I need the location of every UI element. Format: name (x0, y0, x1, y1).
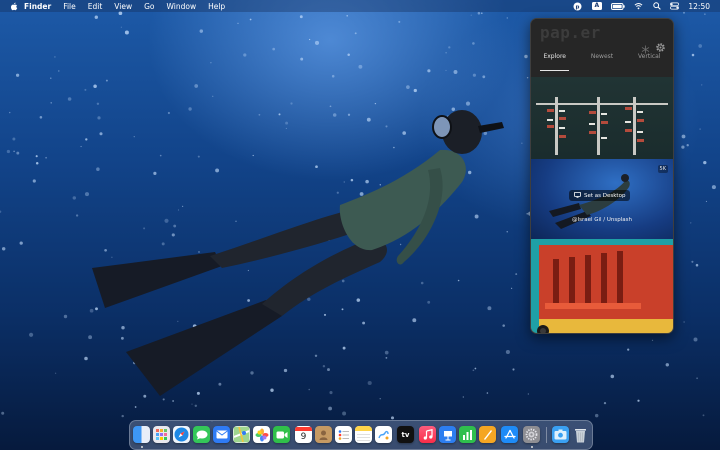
calendar-icon[interactable]: 9 (295, 426, 312, 443)
freeform-icon[interactable] (375, 426, 392, 443)
settings-running-dot (530, 445, 533, 448)
tile-pier-aerial[interactable] (531, 77, 673, 159)
app-store-icon[interactable] (501, 426, 518, 443)
tile-red-building[interactable] (531, 239, 673, 333)
music-icon[interactable] (419, 426, 436, 443)
photo-credit[interactable]: @Israel Gil / Unsplash (531, 217, 673, 223)
dock-separator (546, 427, 547, 443)
messages-icon[interactable] (193, 426, 210, 443)
paper-status-icon[interactable]: p (573, 2, 582, 11)
gear-icon[interactable] (655, 38, 666, 52)
search-icon[interactable] (652, 2, 661, 11)
menu-file[interactable]: File (57, 2, 82, 11)
paper-logo: pap.er (540, 23, 601, 42)
contacts-icon[interactable] (315, 426, 332, 443)
menu-go[interactable]: Go (138, 2, 160, 11)
reminders-icon[interactable] (335, 426, 352, 443)
menu-view[interactable]: View (108, 2, 138, 11)
trash-icon[interactable] (572, 426, 589, 443)
svg-text:p: p (576, 4, 580, 10)
wifi-icon[interactable] (634, 2, 643, 11)
screenshot-icon[interactable] (552, 426, 569, 443)
input-source-icon[interactable]: A (591, 2, 602, 11)
tab-vertical[interactable]: Vertical (635, 53, 663, 67)
notes-icon[interactable] (355, 426, 372, 443)
tile-diver[interactable]: 5K Set as Desktop @Israel Gil / Unsplash (531, 159, 673, 239)
pages-icon[interactable] (479, 426, 496, 443)
tab-newest[interactable]: Newest (588, 53, 616, 67)
finder-running-dot (140, 445, 143, 448)
resolution-badge: 5K (657, 165, 668, 173)
red-building-image (531, 239, 673, 333)
photos-icon[interactable] (253, 426, 270, 443)
set-as-desktop-label: Set as Desktop (584, 192, 626, 199)
apple-logo-icon[interactable] (9, 2, 18, 11)
tv-icon[interactable]: tv (397, 426, 414, 443)
maps-icon[interactable] (233, 426, 250, 443)
finder-icon[interactable] (133, 426, 150, 443)
calendar-day: 9 (300, 431, 307, 442)
safari-icon[interactable] (173, 426, 190, 443)
widget-tabs: Explore Newest Vertical (531, 53, 673, 71)
menu-window[interactable]: Window (161, 2, 203, 11)
monitor-icon (574, 191, 581, 200)
mail-icon[interactable] (213, 426, 230, 443)
numbers-icon[interactable] (459, 426, 476, 443)
menu-edit[interactable]: Edit (82, 2, 109, 11)
set-as-desktop-button[interactable]: Set as Desktop (569, 190, 631, 201)
battery-icon[interactable] (611, 2, 626, 11)
tv-label: tv (401, 430, 410, 439)
launchpad-icon[interactable] (153, 426, 170, 443)
dock: 9 tv (129, 420, 593, 450)
system-settings-icon[interactable] (523, 426, 540, 443)
snowflake-icon[interactable] (641, 39, 650, 54)
keynote-icon[interactable] (439, 426, 456, 443)
paper-widget-panel: pap.er Explore Newest Vertical 5K Set as… (530, 18, 674, 334)
control-center-icon[interactable] (670, 2, 680, 11)
menu-help[interactable]: Help (202, 2, 231, 11)
menu-bar: Finder File Edit View Go Window Help p A… (0, 0, 720, 12)
input-source-label: A (591, 2, 602, 10)
pier-aerial-image (536, 97, 668, 155)
facetime-icon[interactable] (273, 426, 290, 443)
tab-explore[interactable]: Explore (540, 53, 569, 71)
menu-app-finder[interactable]: Finder (18, 2, 57, 11)
menu-clock[interactable]: 12:50 (688, 2, 710, 11)
